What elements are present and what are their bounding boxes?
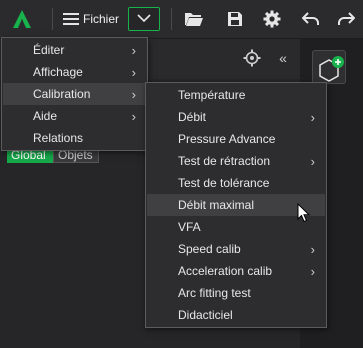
chevron-right-icon: › (310, 153, 315, 169)
menu-item-label: Pressure Advance (178, 132, 276, 146)
chevron-right-icon: › (310, 263, 315, 279)
menu-item-label: Test de rétraction (178, 154, 271, 168)
submenu-item-temperature[interactable]: Température (147, 84, 325, 106)
menu-item-label: Débit maximal (178, 198, 255, 212)
main-menu: Éditer › Affichage › Calibration › Aide … (1, 37, 148, 151)
menu-item-affichage[interactable]: Affichage › (3, 61, 146, 83)
submenu-item-pressure-advance[interactable]: Pressure Advance (147, 128, 325, 150)
chevron-right-icon: › (131, 64, 136, 80)
menu-item-label: Acceleration calib (178, 264, 273, 278)
menu-item-label: Éditer (33, 43, 65, 57)
menu-item-label: Test de tolérance (178, 176, 270, 190)
submenu-item-test-tolerance[interactable]: Test de tolérance (147, 172, 325, 194)
chevron-right-icon: › (131, 108, 136, 124)
hamburger-icon (62, 12, 79, 26)
redo-icon[interactable] (332, 0, 360, 38)
settings-icon[interactable] (240, 46, 264, 70)
menu-item-calibration[interactable]: Calibration › (3, 83, 146, 105)
chevron-right-icon: › (131, 42, 136, 58)
add-object-icon[interactable] (312, 50, 346, 84)
top-toolbar: Fichier (0, 0, 363, 39)
app-logo-icon[interactable] (8, 0, 36, 38)
menu-item-editer[interactable]: Éditer › (3, 39, 146, 61)
file-dropdown-toggle[interactable] (128, 7, 160, 31)
menu-item-label: Affichage (33, 65, 83, 79)
toolbar-separator (52, 8, 53, 30)
menu-item-label: Relations (33, 131, 84, 145)
menu-item-label: Calibration (33, 87, 91, 101)
chevron-right-icon: › (310, 241, 315, 257)
menu-item-aide[interactable]: Aide › (3, 105, 146, 127)
submenu-item-arc-fitting-test[interactable]: Arc fitting test (147, 282, 325, 304)
file-menu-button[interactable]: Fichier (60, 0, 122, 38)
menu-item-label: Débit (178, 110, 207, 124)
submenu-item-acceleration-calib[interactable]: Acceleration calib › (147, 260, 325, 282)
submenu-item-didacticiel[interactable]: Didacticiel (147, 304, 325, 326)
menu-item-relations[interactable]: Relations (3, 127, 146, 149)
chevron-right-icon: › (131, 86, 136, 102)
submenu-item-speed-calib[interactable]: Speed calib › (147, 238, 325, 260)
chevron-down-icon (137, 12, 151, 26)
menu-item-label: Didacticiel (178, 308, 233, 322)
menu-item-label: Aide (33, 109, 58, 123)
menu-item-label: Speed calib (178, 242, 241, 256)
toolbar-separator (171, 8, 172, 30)
mouse-cursor-icon (297, 202, 311, 223)
file-menu-label: Fichier (82, 12, 119, 26)
menu-item-label: Température (178, 88, 246, 102)
undo-icon[interactable] (297, 0, 325, 38)
save-icon[interactable] (221, 0, 249, 38)
submenu-item-test-retraction[interactable]: Test de rétraction › (147, 150, 325, 172)
chevron-right-icon: › (310, 109, 315, 125)
submenu-item-debit[interactable]: Débit › (147, 106, 325, 128)
collapse-icon[interactable]: « (273, 48, 293, 68)
menu-item-label: Arc fitting test (178, 286, 251, 300)
menu-item-label: VFA (178, 220, 201, 234)
gear-icon[interactable] (257, 0, 287, 38)
folder-open-icon[interactable] (180, 0, 208, 38)
